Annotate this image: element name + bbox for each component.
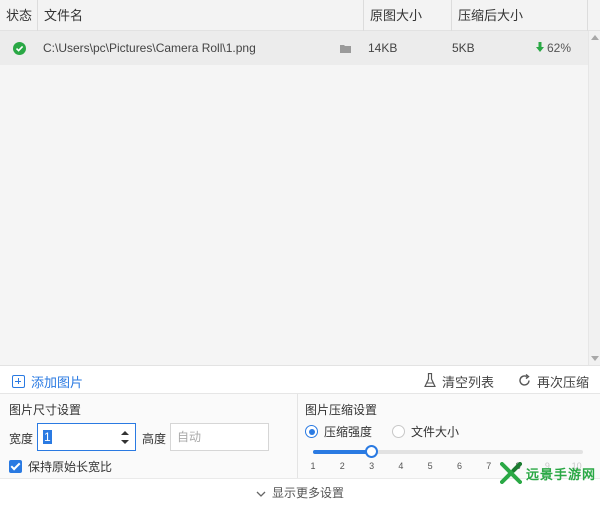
watermark: 远景手游网	[500, 462, 596, 484]
radio-filesize[interactable]: 文件大小	[392, 423, 459, 440]
radio-strength-label: 压缩强度	[324, 425, 373, 439]
decrement-arrow-icon[interactable]	[121, 440, 129, 444]
radio-unselected-icon[interactable]	[392, 425, 406, 438]
column-header-compressed-size[interactable]: 压缩后大小	[452, 0, 588, 31]
scroll-up-arrow-icon[interactable]	[591, 35, 599, 40]
original-size: 14KB	[368, 41, 398, 55]
recompress-button[interactable]: 再次压缩	[518, 372, 589, 391]
size-settings-panel: 图片尺寸设置 宽度 1 高度 自动 保持原始长宽比	[0, 394, 297, 478]
file-list: C:\Users\pc\Pictures\Camera Roll\1.png 1…	[0, 31, 588, 365]
clear-list-label: 清空列表	[442, 375, 495, 390]
slider-thumb[interactable]	[365, 445, 378, 458]
increment-arrow-icon[interactable]	[121, 431, 129, 435]
table-row[interactable]: C:\Users\pc\Pictures\Camera Roll\1.png 1…	[0, 31, 588, 65]
width-input[interactable]: 1	[37, 423, 136, 451]
width-value: 1	[43, 430, 52, 444]
slider-tick-label: 2	[339, 461, 345, 471]
file-name: C:\Users\pc\Pictures\Camera Roll\1.png	[43, 41, 256, 55]
width-stepper[interactable]	[121, 431, 129, 444]
watermark-text: 远景手游网	[526, 466, 597, 482]
checkbox-checked-icon[interactable]	[9, 460, 22, 473]
vertical-scrollbar[interactable]	[588, 31, 600, 365]
clear-list-button[interactable]: 清空列表	[424, 372, 494, 391]
compression-ratio: 62%	[532, 41, 571, 55]
compress-settings-title: 图片压缩设置	[305, 403, 378, 417]
compress-mode-group: 压缩强度 文件大小	[305, 423, 479, 440]
table-header: 状态 文件名 原图大小 压缩后大小	[0, 0, 600, 31]
keep-ratio-checkbox[interactable]: 保持原始长宽比	[9, 458, 112, 475]
success-check-icon	[0, 41, 38, 55]
column-header-status[interactable]: 状态	[0, 0, 38, 31]
slider-tick-label: 5	[427, 461, 433, 471]
column-header-spacer	[588, 0, 600, 31]
slider-tick-label: 4	[398, 461, 404, 471]
column-header-original-size[interactable]: 原图大小	[364, 0, 452, 31]
column-header-filename[interactable]: 文件名	[38, 0, 364, 31]
add-image-button[interactable]: 添加图片	[12, 372, 83, 391]
radio-selected-icon[interactable]	[305, 425, 318, 438]
folder-icon[interactable]	[326, 44, 364, 53]
broom-icon	[424, 372, 436, 390]
compressed-size: 5KB	[452, 41, 475, 55]
slider-tick-label: 1	[310, 461, 316, 471]
radio-strength[interactable]: 压缩强度	[305, 423, 372, 440]
add-image-label: 添加图片	[31, 375, 84, 390]
ratio-value: 62%	[547, 41, 572, 55]
add-icon	[12, 375, 25, 388]
recompress-label: 再次压缩	[537, 375, 590, 390]
refresh-icon	[518, 373, 531, 390]
size-settings-title: 图片尺寸设置	[9, 403, 82, 417]
watermark-logo-icon	[500, 462, 522, 484]
action-bar: 添加图片 清空列表 再次压缩	[0, 365, 600, 394]
slider-tick-label: 3	[369, 461, 375, 471]
scroll-down-arrow-icon[interactable]	[591, 356, 599, 361]
slider-fill	[313, 450, 371, 454]
slider-tick-label: 7	[486, 461, 492, 471]
keep-ratio-label: 保持原始长宽比	[28, 460, 113, 474]
arrow-down-icon	[536, 41, 544, 55]
radio-filesize-label: 文件大小	[411, 425, 460, 439]
show-more-settings-label: 显示更多设置	[271, 486, 344, 500]
compression-level-slider[interactable]	[313, 445, 583, 458]
slider-tick-label: 6	[456, 461, 463, 471]
height-input[interactable]: 自动	[170, 423, 269, 451]
height-label: 高度	[142, 432, 167, 446]
width-label: 宽度	[9, 432, 34, 446]
chevron-down-icon	[256, 486, 266, 500]
